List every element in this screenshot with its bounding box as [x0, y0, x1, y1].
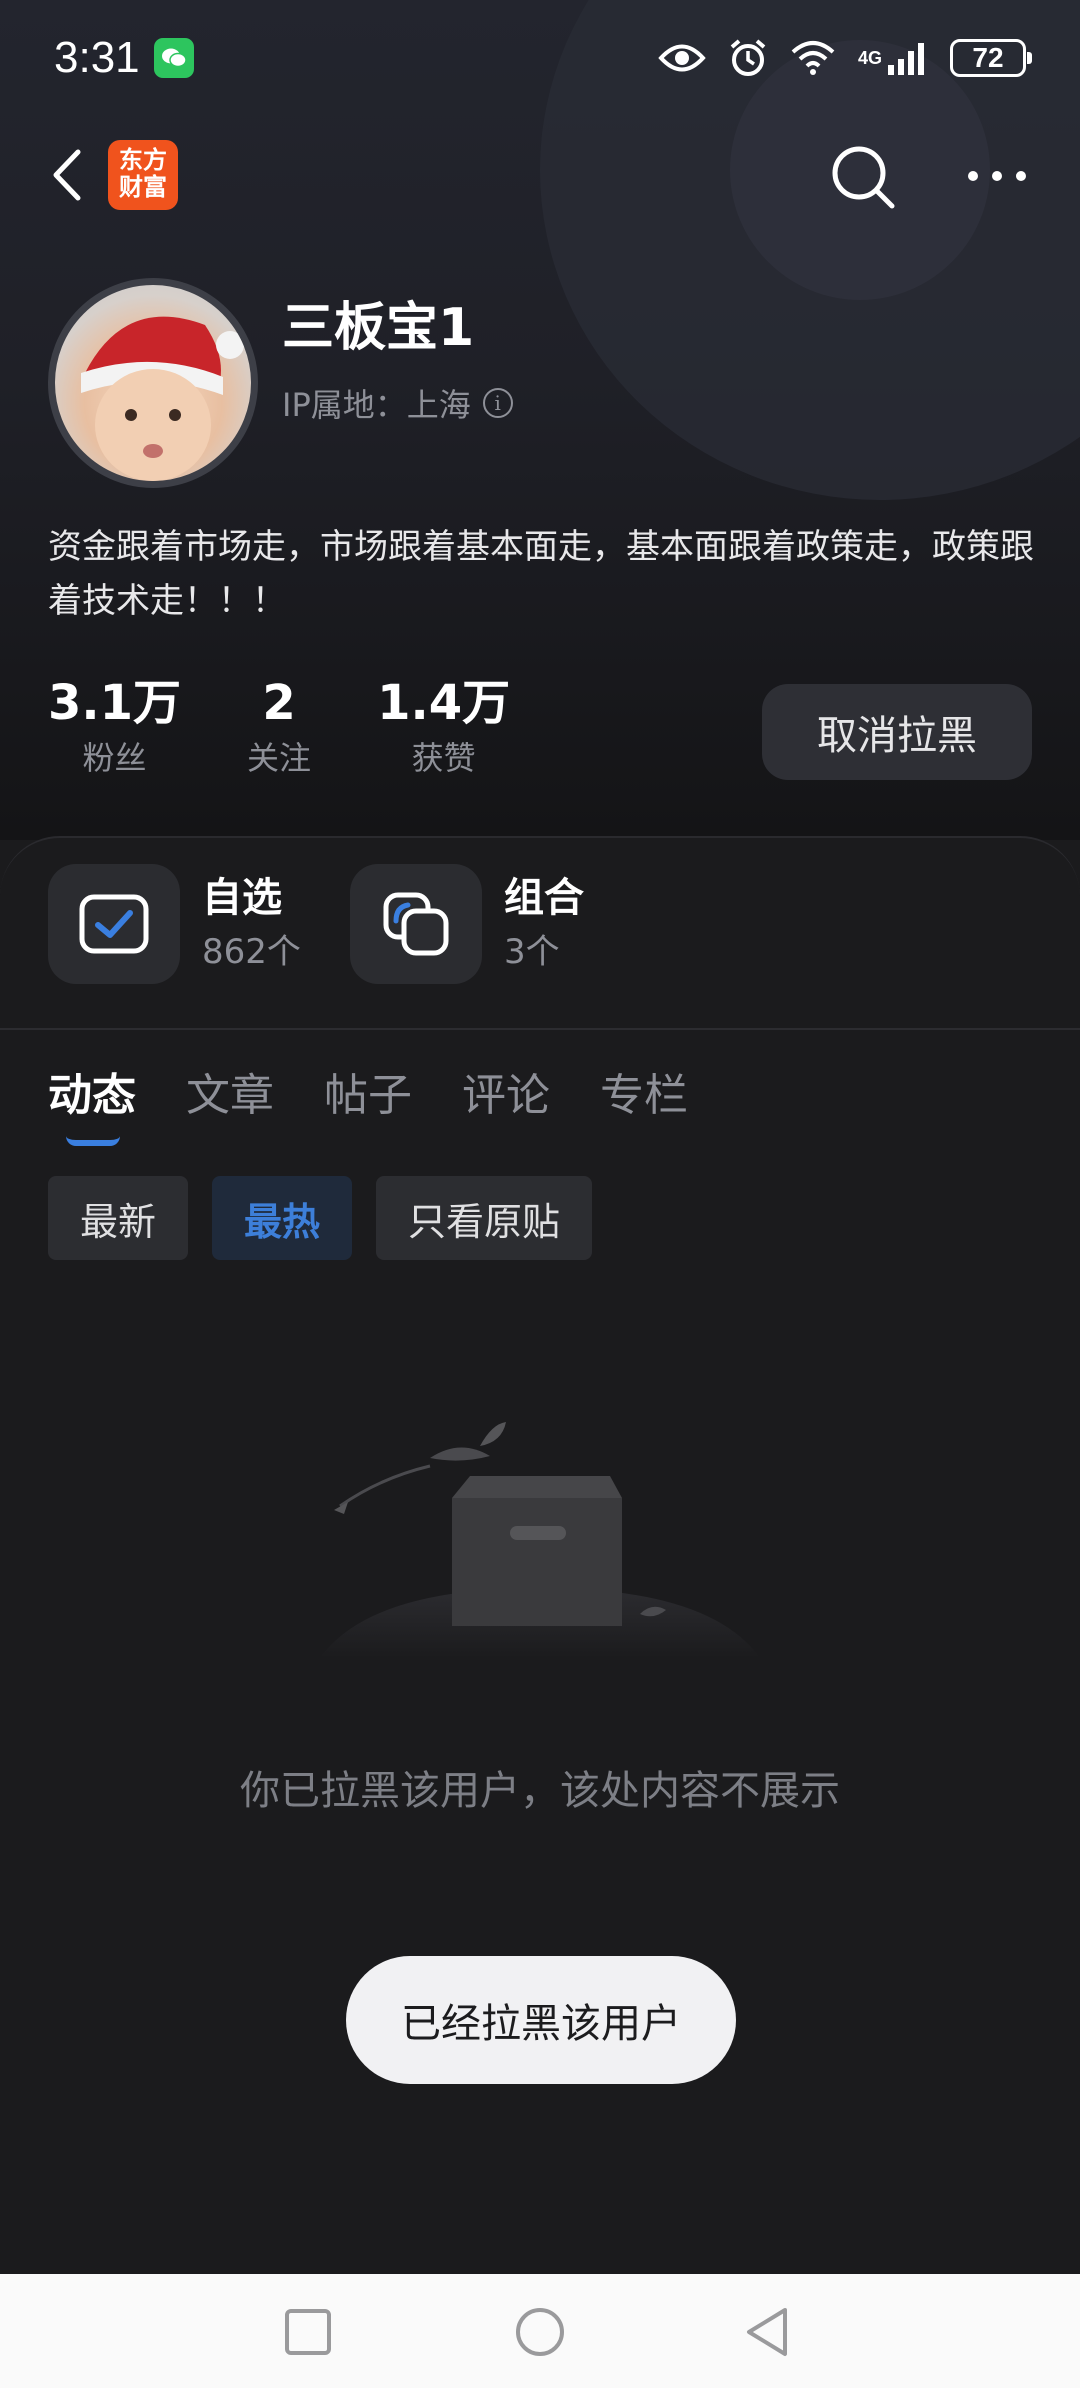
battery-icon: 72 [950, 39, 1032, 77]
watchlist-link[interactable]: 自选 862个 [48, 864, 301, 984]
status-bar: 3:31 4G 72 [0, 0, 1080, 116]
stat-value: 3.1万 [48, 675, 182, 731]
stat-following[interactable]: 2 关注 [247, 670, 311, 780]
avatar[interactable] [48, 278, 258, 488]
content-card: 自选 862个 组合 3个 动态 文章 帖子 评论 专栏 最新 最热 只看原贴 [0, 836, 1080, 2276]
info-icon[interactable]: i [482, 388, 513, 418]
app-logo[interactable]: 东方财富 [108, 140, 178, 210]
empty-state-message: 你已拉黑该用户，该处内容不展示 [240, 1768, 840, 1814]
tab-label: 动态 [48, 1070, 136, 1121]
divider [0, 1028, 1080, 1030]
portfolio-link[interactable]: 组合 3个 [350, 864, 584, 984]
stat-value: 2 [262, 675, 296, 731]
filter-latest[interactable]: 最新 [48, 1176, 189, 1260]
filter-original-only[interactable]: 只看原贴 [376, 1176, 593, 1260]
filter-hottest[interactable]: 最热 [212, 1176, 353, 1260]
user-stats: 3.1万 粉丝 2 关注 1.4万 获赞 [48, 670, 576, 780]
tab-posts[interactable]: 帖子 [324, 1056, 412, 1136]
quick-link-count: 3个 [504, 932, 560, 972]
stat-fans[interactable]: 3.1万 粉丝 [48, 670, 181, 780]
back-button[interactable] [44, 142, 94, 208]
quick-link-count: 862个 [202, 932, 301, 972]
filter-chips: 最新 最热 只看原贴 [48, 1176, 593, 1260]
quick-link-title: 自选 [202, 875, 282, 921]
stat-value: 1.4万 [377, 675, 511, 731]
quick-link-title: 组合 [504, 875, 584, 921]
checkbox-icon [48, 864, 180, 984]
username: 三板宝1 [282, 298, 475, 358]
stat-label: 粉丝 [82, 739, 147, 777]
status-time: 3:31 [54, 33, 140, 82]
content-tabs: 动态 文章 帖子 评论 专栏 [48, 1056, 688, 1146]
unblock-button[interactable]: 取消拉黑 [762, 684, 1032, 780]
ip-location-row: IP属地：上海 i [282, 380, 513, 426]
home-button[interactable] [512, 2304, 568, 2360]
stat-likes[interactable]: 1.4万 获赞 [377, 670, 510, 780]
tab-articles[interactable]: 文章 [186, 1056, 274, 1136]
signal-icon: 4G [858, 41, 928, 75]
tab-comments[interactable]: 评论 [462, 1056, 550, 1136]
tab-columns[interactable]: 专栏 [600, 1056, 688, 1136]
wechat-icon [153, 38, 194, 78]
ip-location: IP属地：上海 [282, 386, 471, 424]
portfolio-icon [350, 864, 482, 984]
tab-dynamics[interactable]: 动态 [48, 1056, 136, 1146]
top-nav-bar: 东方财富 [0, 130, 1080, 220]
recent-apps-button[interactable] [280, 2304, 336, 2360]
tab-active-indicator [66, 1136, 120, 1146]
toast-message: 已经拉黑该用户 [346, 1956, 736, 2084]
stat-label: 获赞 [411, 739, 476, 777]
wifi-icon [790, 40, 836, 76]
network-type: 4G [857, 47, 882, 68]
eye-icon [658, 41, 706, 75]
alarm-icon [728, 38, 768, 78]
more-options-button[interactable] [962, 158, 1032, 194]
user-bio: 资金跟着市场走，市场跟着基本面走，基本面跟着政策走，政策跟着技术走！！！ [48, 527, 1034, 621]
system-navigation-bar [0, 2274, 1080, 2388]
search-button[interactable] [828, 142, 898, 212]
stat-label: 关注 [247, 739, 312, 777]
empty-box-illustration [310, 1418, 770, 1658]
back-nav-button[interactable] [740, 2304, 796, 2360]
